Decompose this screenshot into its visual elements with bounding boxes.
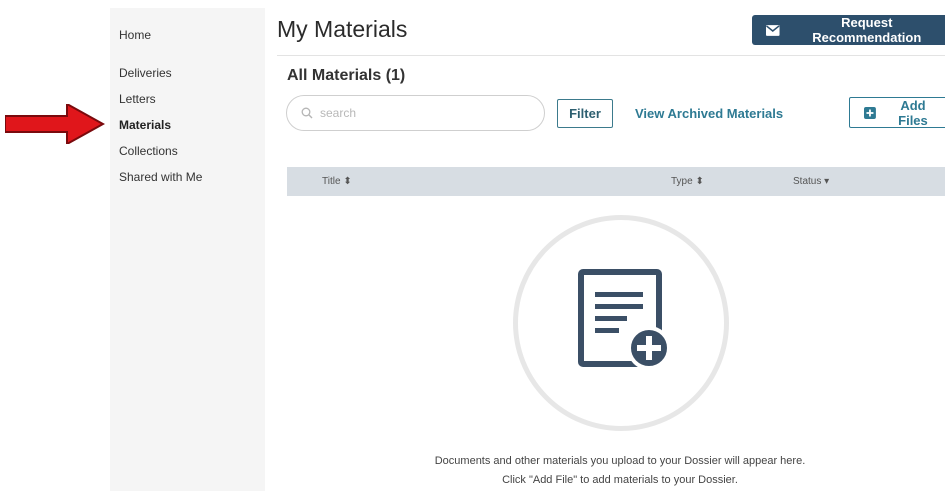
column-header-status[interactable]: Status ▾	[793, 176, 829, 187]
page-title: My Materials	[277, 16, 408, 42]
sidebar-item-collections[interactable]: Collections	[119, 144, 178, 158]
section-title: All Materials (1)	[287, 67, 406, 84]
divider	[277, 55, 945, 56]
sort-icon: ⬍	[695, 176, 704, 187]
search-icon	[301, 107, 313, 119]
plus-square-icon	[864, 106, 876, 119]
sidebar-item-deliveries[interactable]: Deliveries	[119, 66, 172, 80]
empty-state-message: Documents and other materials you upload…	[434, 455, 806, 467]
red-arrow-icon	[5, 104, 105, 144]
sort-down-icon: ▾	[824, 176, 830, 187]
sidebar-item-home[interactable]: Home	[119, 28, 151, 42]
add-files-label: Add Files	[898, 97, 928, 128]
add-files-button[interactable]: Add Files	[849, 97, 945, 128]
search-box[interactable]	[286, 95, 545, 131]
table-header: Title ⬍ Type ⬍ Status ▾	[287, 167, 945, 196]
request-recommendation-button[interactable]: Request Recommendation	[752, 15, 945, 45]
sidebar-item-letters[interactable]: Letters	[119, 92, 156, 106]
sidebar: Home Deliveries Letters Materials Collec…	[110, 8, 265, 491]
view-archived-materials-link[interactable]: View Archived Materials	[635, 106, 783, 121]
column-header-title[interactable]: Title ⬍	[322, 176, 352, 187]
search-input[interactable]	[320, 106, 520, 120]
filter-button[interactable]: Filter	[557, 99, 613, 128]
empty-state-hint: Click "Add File" to add materials to you…	[502, 474, 738, 486]
request-recommendation-label: Request Recommendation	[812, 15, 922, 45]
sidebar-item-materials[interactable]: Materials	[119, 118, 171, 132]
envelope-icon	[766, 24, 780, 36]
sidebar-item-shared-with-me[interactable]: Shared with Me	[119, 170, 202, 184]
column-header-type[interactable]: Type ⬍	[671, 176, 704, 187]
sort-icon: ⬍	[343, 176, 352, 187]
document-add-icon	[578, 269, 671, 370]
